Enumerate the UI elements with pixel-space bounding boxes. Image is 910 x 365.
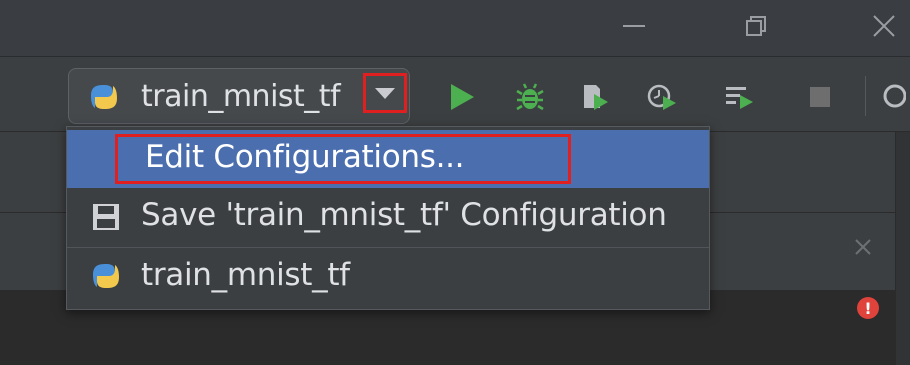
run-config-dropdown-menu: Edit Configurations... Save 'train_mnist… [66,126,710,310]
menu-item-edit-configurations[interactable]: Edit Configurations... [67,130,709,188]
play-icon [451,84,474,110]
save-icon [91,202,121,236]
debug-button[interactable] [510,78,550,116]
run-config-label: train_mnist_tf [141,79,341,114]
python-icon [89,260,123,296]
run-concurrent-button[interactable] [720,78,760,116]
title-bar [0,0,910,57]
stop-button[interactable] [800,78,840,116]
run-button[interactable] [442,78,482,116]
menu-item-label: train_mnist_tf [141,257,350,293]
menu-item-save-configuration[interactable]: Save 'train_mnist_tf' Configuration [67,188,709,246]
stop-icon [810,87,830,107]
right-gutter [895,132,910,365]
profiler-icon [647,84,676,110]
run-list-icon [726,87,753,109]
coverage-button[interactable] [576,78,616,116]
error-indicator-icon[interactable]: ! [857,297,879,319]
run-config-dropdown-button[interactable] [363,73,407,113]
profile-button[interactable] [642,78,682,116]
close-icon[interactable] [862,6,906,46]
menu-item-label: Edit Configurations... [145,139,465,175]
toolbar-separator [865,76,866,116]
menu-item-label: Save 'train_mnist_tf' Configuration [141,197,667,233]
python-icon [87,82,121,116]
search-button[interactable] [872,78,910,116]
menu-item-train-mnist-tf[interactable]: train_mnist_tf [67,247,709,306]
chevron-down-icon [375,87,395,99]
search-icon [883,84,906,108]
run-config-selector[interactable]: train_mnist_tf [68,68,410,124]
restore-icon[interactable] [734,6,778,46]
coverage-icon [584,85,608,110]
close-panel-icon[interactable] [848,232,878,262]
minimize-icon[interactable] [612,6,656,46]
bug-icon [516,83,544,111]
